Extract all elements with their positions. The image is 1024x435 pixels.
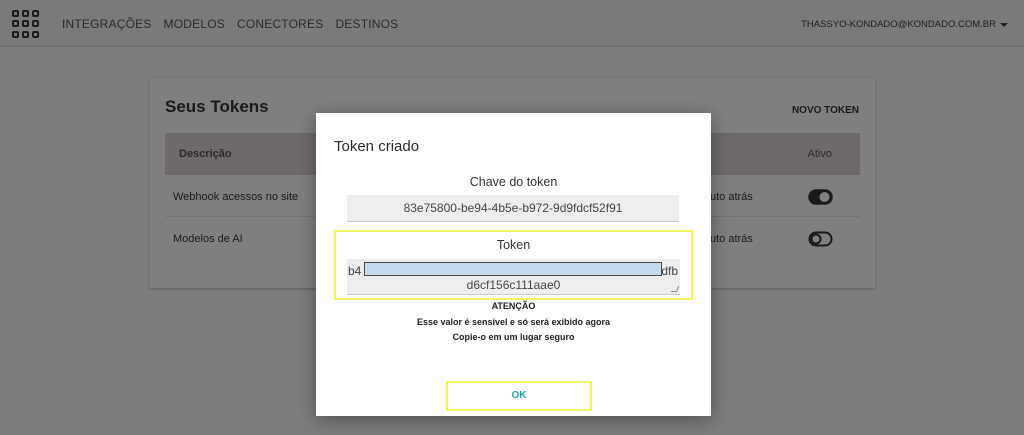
nav-link-conectores[interactable]: CONECTORES: [237, 17, 323, 31]
user-menu[interactable]: THASSYO-KONDADO@KONDADO.COM.BR: [801, 19, 1008, 30]
token-label: Token: [496, 238, 531, 252]
new-token-button[interactable]: NOVO TOKEN: [792, 105, 859, 116]
key-label: Chave do token: [469, 175, 558, 189]
warning-text: Esse valor é sensível e só será exibido …: [416, 317, 611, 327]
caret-down-icon: [1000, 22, 1008, 27]
toggle-on-icon[interactable]: [808, 189, 833, 205]
toggle-off-icon[interactable]: [808, 231, 833, 247]
token-value-line2: d6cf156c111aae0: [466, 278, 561, 292]
token-value-start: b4: [348, 264, 362, 278]
nav-link-integracoes[interactable]: INTEGRAÇÕES: [62, 17, 152, 31]
ok-highlight-box: OK: [446, 381, 592, 411]
dialog-title: Token criado: [334, 138, 420, 155]
column-header-description: Descrição: [179, 148, 232, 160]
token-highlight-box: Token b4 dfb d6cf156c111aae0: [334, 230, 693, 300]
token-created-dialog: Token criado Chave do token 83e75800-be9…: [316, 113, 711, 416]
row-description: Modelos de AI: [173, 233, 243, 245]
top-navbar: INTEGRAÇÕES MODELOS CONECTORES DESTINOS …: [0, 0, 1024, 47]
user-email: THASSYO-KONDADO@KONDADO.COM.BR: [801, 19, 996, 30]
row-created-time: uto atrás: [710, 191, 753, 203]
warning-copy-text: Copie-o em um lugar seguro: [452, 332, 575, 342]
nav-links: INTEGRAÇÕES MODELOS CONECTORES DESTINOS: [62, 17, 398, 31]
warning-title: ATENÇÃO: [491, 301, 536, 311]
token-value-end: dfb: [661, 264, 678, 278]
key-value-field[interactable]: 83e75800-be94-4b5e-b972-9d9fdcf52f91: [347, 195, 679, 222]
token-redaction-box: [364, 262, 662, 276]
row-description: Webhook acessos no site: [173, 191, 299, 203]
column-header-active: Ativo: [807, 148, 832, 160]
token-textarea[interactable]: b4 dfb d6cf156c111aae0: [347, 259, 680, 295]
nav-link-modelos[interactable]: MODELOS: [164, 17, 225, 31]
ok-button[interactable]: OK: [450, 385, 588, 407]
page-title: Seus Tokens: [165, 97, 269, 116]
nav-link-destinos[interactable]: DESTINOS: [335, 17, 398, 31]
app-grid-logo-icon[interactable]: [12, 10, 40, 38]
row-created-time: uto atrás: [710, 233, 753, 245]
